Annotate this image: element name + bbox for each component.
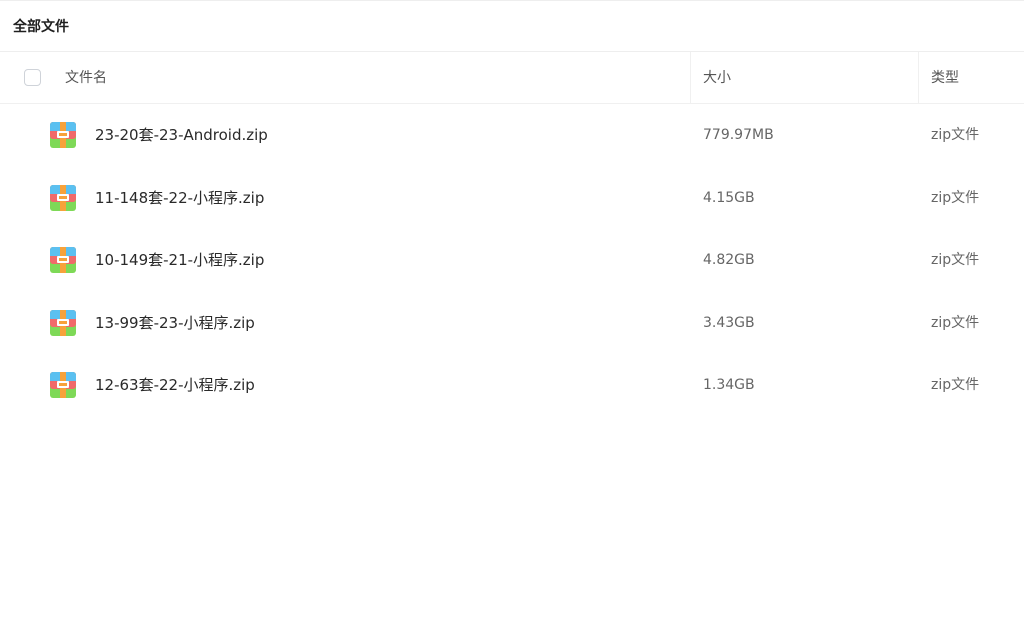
file-row[interactable]: 13-99套-23-小程序.zip 3.43GB zip文件 [0, 292, 1024, 355]
file-size: 4.15GB [703, 189, 755, 206]
breadcrumb-all-files[interactable]: 全部文件 [13, 18, 69, 36]
file-size: 1.34GB [703, 377, 755, 393]
zip-archive-icon [50, 184, 76, 211]
column-header-size[interactable]: 大小 [703, 69, 731, 87]
file-type: zip文件 [931, 314, 980, 331]
file-name[interactable]: 12-63套-22-小程序.zip [95, 376, 255, 394]
column-divider[interactable] [690, 52, 691, 103]
breadcrumb: 全部文件 [0, 1, 1024, 52]
file-size: 779.97MB [703, 127, 774, 143]
zip-archive-icon [50, 122, 76, 148]
file-row[interactable]: 23-20套-23-Android.zip 779.97MB zip文件 [0, 104, 1024, 167]
column-divider[interactable] [918, 52, 919, 103]
file-type: zip文件 [931, 252, 980, 268]
file-list: 23-20套-23-Android.zip 779.97MB zip文件 11-… [0, 104, 1024, 417]
file-type: zip文件 [931, 127, 980, 143]
file-row[interactable]: 10-149套-21-小程序.zip 4.82GB zip文件 [0, 229, 1024, 292]
column-header-type[interactable]: 类型 [931, 69, 959, 87]
zip-archive-icon [50, 372, 76, 398]
file-size: 3.43GB [703, 314, 755, 331]
file-name[interactable]: 11-148套-22-小程序.zip [95, 189, 264, 207]
file-name[interactable]: 10-149套-21-小程序.zip [95, 251, 264, 269]
file-name[interactable]: 13-99套-23-小程序.zip [95, 314, 255, 332]
file-size: 4.82GB [703, 252, 755, 268]
zip-archive-icon [50, 309, 76, 336]
zip-archive-icon [50, 247, 76, 273]
file-row[interactable]: 12-63套-22-小程序.zip 1.34GB zip文件 [0, 354, 1024, 417]
select-all-checkbox[interactable] [24, 69, 41, 86]
file-row[interactable]: 11-148套-22-小程序.zip 4.15GB zip文件 [0, 167, 1024, 230]
column-header-name[interactable]: 文件名 [65, 69, 107, 87]
file-list-header: 文件名 大小 类型 [0, 52, 1024, 104]
file-type: zip文件 [931, 377, 980, 393]
file-name[interactable]: 23-20套-23-Android.zip [95, 126, 268, 144]
file-type: zip文件 [931, 189, 980, 206]
